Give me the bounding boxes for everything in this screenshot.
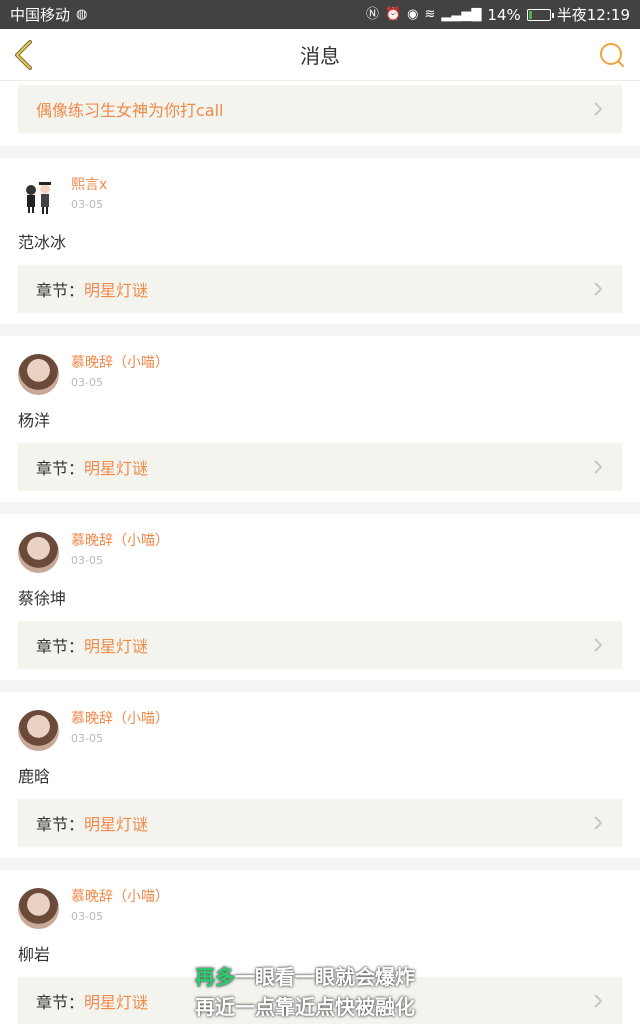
avatar[interactable]	[18, 176, 59, 217]
avatar[interactable]	[18, 888, 59, 929]
message-item: 慕晚辞（小喵） 03-05 鹿晗 章节：明星灯谜	[0, 692, 640, 858]
data-saver-icon: ◍	[76, 7, 88, 22]
avatar[interactable]	[18, 710, 59, 751]
message-date: 03-05	[71, 554, 103, 567]
chapter-label: 章节：	[36, 281, 85, 300]
alarm-icon: ⏰	[384, 7, 402, 22]
eye-icon: ◉	[407, 7, 419, 22]
chapter-row[interactable]: 章节：明星灯谜	[18, 265, 622, 313]
lyrics-line-1: 再多一眼看一眼就会爆炸	[195, 962, 495, 992]
wifi-icon: ≋	[424, 7, 436, 22]
message-date: 03-05	[71, 732, 103, 745]
chapter-value: 明星灯谜	[84, 993, 149, 1012]
user-name[interactable]: 慕晚辞（小喵）	[71, 532, 169, 550]
battery-icon	[526, 8, 554, 21]
signal-icon: ▂▃▅▇	[441, 7, 482, 22]
chapter-label: 章节：	[36, 459, 85, 478]
cartoon-couple-icon	[26, 182, 51, 214]
nfc-icon: Ⓝ	[365, 7, 379, 22]
message-list: 偶像练习生女神为你打call 熙言x 03-05 范冰冰 章节：明星灯谜 慕晚辞…	[0, 81, 640, 1024]
message-text: 蔡徐坤	[18, 589, 67, 608]
chevron-right-icon	[594, 638, 603, 652]
chapter-label: 章节：	[36, 815, 85, 834]
chapter-row[interactable]: 章节：明星灯谜	[18, 621, 622, 669]
chapter-value: 明星灯谜	[84, 815, 149, 834]
battery-percent: 14%	[487, 5, 521, 24]
chapter-row[interactable]: 章节：明星灯谜	[18, 799, 622, 847]
search-icon[interactable]	[598, 41, 626, 69]
chevron-right-icon	[594, 460, 603, 474]
message-text: 鹿晗	[18, 767, 51, 786]
message-date: 03-05	[71, 198, 103, 211]
message-text: 杨洋	[18, 411, 51, 430]
status-bar: 中国移动 ◍ Ⓝ ⏰ ◉ ≋ ▂▃▅▇ 14% 半夜12:19	[0, 0, 640, 29]
battery-fill	[528, 10, 532, 19]
top-link-card: 偶像练习生女神为你打call	[0, 81, 640, 146]
chevron-right-icon	[594, 102, 603, 116]
avatar[interactable]	[18, 354, 59, 395]
user-name[interactable]: 慕晚辞（小喵）	[71, 888, 169, 906]
chapter-row[interactable]: 章节：明星灯谜	[18, 443, 622, 491]
top-link-row[interactable]: 偶像练习生女神为你打call	[18, 85, 622, 133]
clock: 半夜12:19	[556, 6, 630, 24]
back-arrow-icon[interactable]	[10, 39, 38, 71]
nav-bar: 消息	[0, 29, 640, 81]
user-name[interactable]: 慕晚辞（小喵）	[71, 354, 169, 372]
chapter-value: 明星灯谜	[84, 637, 149, 656]
lyrics-highlight: 再多	[195, 965, 235, 989]
carrier-label: 中国移动	[10, 6, 71, 24]
chevron-right-icon	[594, 994, 603, 1008]
lyrics-line-1-rest: 一眼看一眼就会爆炸	[235, 965, 415, 989]
message-item: 熙言x 03-05 范冰冰 章节：明星灯谜	[0, 158, 640, 324]
message-date: 03-05	[71, 376, 103, 389]
chapter-label: 章节：	[36, 637, 85, 656]
top-link-text: 偶像练习生女神为你打call	[36, 101, 224, 120]
page-title: 消息	[300, 44, 340, 68]
chevron-right-icon	[594, 282, 603, 296]
message-text: 范冰冰	[18, 233, 67, 252]
lyrics-overlay: 再多一眼看一眼就会爆炸 再近一点靠近点快被融化	[195, 962, 495, 1022]
chapter-value: 明星灯谜	[84, 459, 149, 478]
message-date: 03-05	[71, 910, 103, 923]
chapter-label: 章节：	[36, 993, 85, 1012]
user-name[interactable]: 慕晚辞（小喵）	[71, 710, 169, 728]
message-item: 慕晚辞（小喵） 03-05 蔡徐坤 章节：明星灯谜	[0, 514, 640, 680]
lyrics-line-2: 再近一点靠近点快被融化	[195, 995, 415, 1019]
user-name[interactable]: 熙言x	[71, 176, 107, 194]
chevron-right-icon	[594, 816, 603, 830]
avatar[interactable]	[18, 532, 59, 573]
chapter-value: 明星灯谜	[84, 281, 149, 300]
message-item: 慕晚辞（小喵） 03-05 杨洋 章节：明星灯谜	[0, 336, 640, 502]
